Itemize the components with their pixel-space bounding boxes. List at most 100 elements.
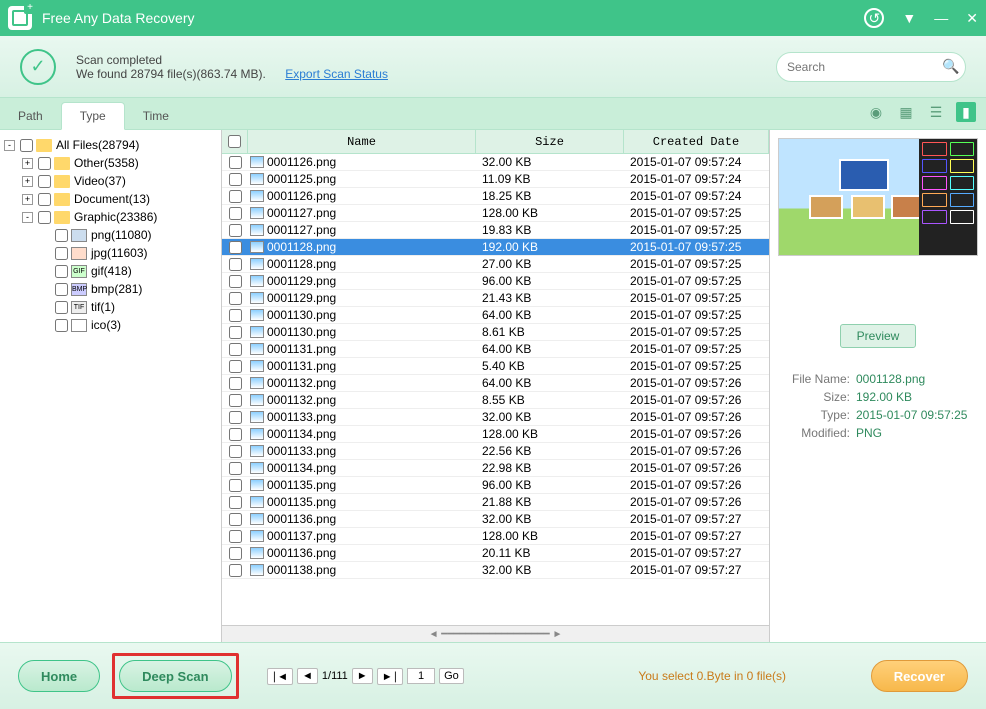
row-checkbox[interactable] <box>229 377 242 390</box>
horizontal-scrollbar[interactable]: ◄ ━━━━━━━━━━━━━━━━━━ ► <box>222 625 769 642</box>
table-row[interactable]: 0001133.png22.56 KB2015-01-07 09:57:26 <box>222 443 769 460</box>
row-checkbox[interactable] <box>229 275 242 288</box>
search-icon[interactable]: 🔍 <box>942 58 959 75</box>
table-row[interactable]: 0001129.png21.43 KB2015-01-07 09:57:25 <box>222 290 769 307</box>
tree-toggle[interactable]: + <box>22 176 33 187</box>
tab-path[interactable]: Path <box>0 103 61 129</box>
table-row[interactable]: 0001135.png96.00 KB2015-01-07 09:57:26 <box>222 477 769 494</box>
row-checkbox[interactable] <box>229 411 242 424</box>
tab-time[interactable]: Time <box>125 103 187 129</box>
table-row[interactable]: 0001126.png18.25 KB2015-01-07 09:57:24 <box>222 188 769 205</box>
view-grid-icon[interactable]: ▦ <box>896 102 916 122</box>
table-row[interactable]: 0001134.png128.00 KB2015-01-07 09:57:26 <box>222 426 769 443</box>
row-checkbox[interactable] <box>229 258 242 271</box>
row-checkbox[interactable] <box>229 462 242 475</box>
history-icon[interactable]: ↺ <box>864 8 884 28</box>
tree-checkbox[interactable] <box>55 247 68 260</box>
row-checkbox[interactable] <box>229 547 242 560</box>
table-row[interactable]: 0001136.png20.11 KB2015-01-07 09:57:27 <box>222 545 769 562</box>
tree-checkbox[interactable] <box>55 265 68 278</box>
row-checkbox[interactable] <box>229 241 242 254</box>
row-checkbox[interactable] <box>229 479 242 492</box>
table-row[interactable]: 0001133.png32.00 KB2015-01-07 09:57:26 <box>222 409 769 426</box>
home-button[interactable]: Home <box>18 660 100 692</box>
table-row[interactable]: 0001134.png22.98 KB2015-01-07 09:57:26 <box>222 460 769 477</box>
row-checkbox[interactable] <box>229 156 242 169</box>
table-row[interactable]: 0001131.png5.40 KB2015-01-07 09:57:25 <box>222 358 769 375</box>
tree-png[interactable]: png(11080) <box>91 228 152 242</box>
view-detail-icon[interactable]: ▮ <box>956 102 976 122</box>
tree-other[interactable]: Other(5358) <box>74 156 139 170</box>
row-checkbox[interactable] <box>229 445 242 458</box>
table-row[interactable]: 0001132.png8.55 KB2015-01-07 09:57:26 <box>222 392 769 409</box>
table-row[interactable]: 0001132.png64.00 KB2015-01-07 09:57:26 <box>222 375 769 392</box>
tree-bmp[interactable]: bmp(281) <box>91 282 142 296</box>
folder-tree[interactable]: - All Files(28794) + Other(5358) + Video(37… <box>0 130 222 642</box>
tree-all-files[interactable]: All Files(28794) <box>56 138 139 152</box>
view-preview-icon[interactable]: ◉ <box>866 102 886 122</box>
tree-checkbox[interactable] <box>38 175 51 188</box>
tree-checkbox[interactable] <box>38 211 51 224</box>
table-row[interactable]: 0001137.png128.00 KB2015-01-07 09:57:27 <box>222 528 769 545</box>
recover-button[interactable]: Recover <box>871 660 968 692</box>
minimize-button[interactable]: — <box>934 10 948 26</box>
table-row[interactable]: 0001125.png11.09 KB2015-01-07 09:57:24 <box>222 171 769 188</box>
row-checkbox[interactable] <box>229 309 242 322</box>
view-list-icon[interactable]: ☰ <box>926 102 946 122</box>
tree-document[interactable]: Document(13) <box>74 192 150 206</box>
table-row[interactable]: 0001128.png192.00 KB2015-01-07 09:57:25 <box>222 239 769 256</box>
row-checkbox[interactable] <box>229 343 242 356</box>
pager-prev[interactable]: ◄ <box>297 668 318 684</box>
row-checkbox[interactable] <box>229 173 242 186</box>
table-row[interactable]: 0001136.png32.00 KB2015-01-07 09:57:27 <box>222 511 769 528</box>
preview-button[interactable]: Preview <box>840 324 917 348</box>
table-row[interactable]: 0001130.png8.61 KB2015-01-07 09:57:25 <box>222 324 769 341</box>
table-row[interactable]: 0001131.png64.00 KB2015-01-07 09:57:25 <box>222 341 769 358</box>
tree-checkbox[interactable] <box>55 319 68 332</box>
tree-checkbox[interactable] <box>38 157 51 170</box>
table-row[interactable]: 0001127.png19.83 KB2015-01-07 09:57:25 <box>222 222 769 239</box>
search-input[interactable] <box>787 60 942 74</box>
table-row[interactable]: 0001135.png21.88 KB2015-01-07 09:57:26 <box>222 494 769 511</box>
tree-graphic[interactable]: Graphic(23386) <box>74 210 157 224</box>
row-checkbox[interactable] <box>229 530 242 543</box>
row-checkbox[interactable] <box>229 360 242 373</box>
tree-checkbox[interactable] <box>55 229 68 242</box>
search-box[interactable]: 🔍 <box>776 52 966 82</box>
dropdown-icon[interactable]: ▼ <box>902 10 916 26</box>
tree-checkbox[interactable] <box>55 301 68 314</box>
row-checkbox[interactable] <box>229 394 242 407</box>
row-checkbox[interactable] <box>229 513 242 526</box>
export-scan-link[interactable]: Export Scan Status <box>285 67 388 81</box>
tree-jpg[interactable]: jpg(11603) <box>91 246 147 260</box>
deep-scan-button[interactable]: Deep Scan <box>119 660 231 692</box>
row-checkbox[interactable] <box>229 428 242 441</box>
close-button[interactable]: ✕ <box>966 10 978 27</box>
tree-toggle[interactable]: - <box>22 212 33 223</box>
tree-ico[interactable]: ico(3) <box>91 318 121 332</box>
table-row[interactable]: 0001130.png64.00 KB2015-01-07 09:57:25 <box>222 307 769 324</box>
tab-type[interactable]: Type <box>61 102 125 130</box>
col-size[interactable]: Size <box>476 130 624 153</box>
tree-tif[interactable]: tif(1) <box>91 300 115 314</box>
pager-first[interactable]: ∣◄ <box>267 668 293 685</box>
pager-go[interactable]: Go <box>439 668 464 684</box>
col-date[interactable]: Created Date <box>624 130 769 153</box>
tree-toggle[interactable]: - <box>4 140 15 151</box>
tree-toggle[interactable]: + <box>22 194 33 205</box>
row-checkbox[interactable] <box>229 292 242 305</box>
table-row[interactable]: 0001138.png32.00 KB2015-01-07 09:57:27 <box>222 562 769 579</box>
tree-toggle[interactable]: + <box>22 158 33 169</box>
table-row[interactable]: 0001129.png96.00 KB2015-01-07 09:57:25 <box>222 273 769 290</box>
table-row[interactable]: 0001128.png27.00 KB2015-01-07 09:57:25 <box>222 256 769 273</box>
pager-input[interactable] <box>407 668 435 684</box>
tree-video[interactable]: Video(37) <box>74 174 126 188</box>
row-checkbox[interactable] <box>229 224 242 237</box>
col-name[interactable]: Name <box>248 130 476 153</box>
table-row[interactable]: 0001126.png32.00 KB2015-01-07 09:57:24 <box>222 154 769 171</box>
pager-next[interactable]: ► <box>352 668 373 684</box>
row-checkbox[interactable] <box>229 496 242 509</box>
row-checkbox[interactable] <box>229 326 242 339</box>
row-checkbox[interactable] <box>229 190 242 203</box>
table-body[interactable]: 0001126.png32.00 KB2015-01-07 09:57:2400… <box>222 154 769 625</box>
